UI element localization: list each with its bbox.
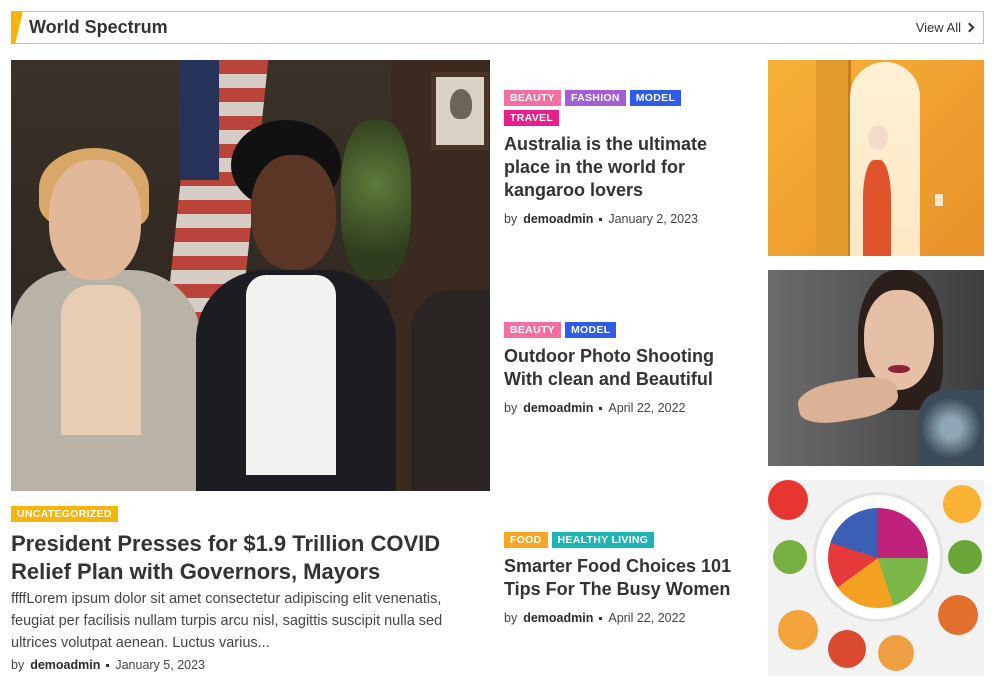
post-meta: by demoadmin January 2, 2023 bbox=[504, 212, 698, 226]
author-link[interactable]: demoadmin bbox=[523, 212, 593, 226]
model-head bbox=[868, 125, 888, 150]
person-body bbox=[411, 290, 490, 491]
view-all-label: View All bbox=[915, 20, 961, 35]
person-shirt bbox=[61, 285, 141, 435]
featured-excerpt: ffffLorem ipsum dolor sit amet consectet… bbox=[11, 591, 443, 651]
portrait-frame bbox=[431, 72, 489, 150]
fruit bbox=[948, 540, 982, 574]
plant bbox=[341, 120, 411, 280]
fruit bbox=[768, 480, 808, 520]
post-date: April 22, 2022 bbox=[608, 611, 686, 625]
person-shirt bbox=[246, 275, 336, 475]
by-label: by bbox=[504, 212, 518, 226]
thumbnail-image-portrait[interactable] bbox=[768, 270, 984, 466]
fruit bbox=[878, 635, 914, 671]
post-date: April 22, 2022 bbox=[608, 401, 686, 415]
section-title: World Spectrum bbox=[29, 17, 168, 37]
separator-dot bbox=[599, 217, 603, 221]
tag-model[interactable]: MODEL bbox=[629, 90, 682, 106]
thumbnail-image-door[interactable] bbox=[768, 60, 984, 256]
post-date: January 5, 2023 bbox=[115, 658, 206, 672]
fur-collar bbox=[918, 390, 984, 466]
person-head bbox=[49, 160, 141, 280]
fruit bbox=[943, 485, 981, 523]
by-label: by bbox=[504, 611, 518, 625]
fruit bbox=[773, 540, 807, 574]
by-label: by bbox=[504, 401, 518, 415]
tag-healthy-living[interactable]: HEALTHY LIVING bbox=[551, 532, 655, 548]
post-meta: by demoadmin April 22, 2022 bbox=[504, 401, 686, 415]
person-head bbox=[251, 155, 336, 270]
flag-canton bbox=[179, 60, 219, 180]
post-tags: BEAUTY FASHION MODEL TRAVEL bbox=[504, 90, 704, 126]
featured-title[interactable]: President Presses for $1.9 Trillion COVI… bbox=[11, 530, 481, 586]
separator-dot bbox=[599, 406, 603, 410]
chevron-right-icon bbox=[964, 22, 975, 33]
post-title[interactable]: Smarter Food Choices 101 Tips For The Bu… bbox=[504, 555, 754, 601]
acai-bowl-contents bbox=[828, 508, 928, 608]
post-meta: by demoadmin April 22, 2022 bbox=[504, 611, 686, 625]
by-label: by bbox=[11, 658, 25, 672]
view-all-link[interactable]: View All bbox=[915, 20, 975, 35]
header-accent-flag bbox=[11, 11, 23, 44]
tag-uncategorized[interactable]: UNCATEGORIZED bbox=[11, 506, 118, 522]
author-link[interactable]: demoadmin bbox=[30, 658, 100, 672]
post-tags: FOOD HEALTHY LIVING bbox=[504, 532, 724, 548]
tag-beauty[interactable]: BEAUTY bbox=[504, 322, 561, 338]
featured-tags: UNCATEGORIZED bbox=[11, 506, 118, 522]
post-title[interactable]: Outdoor Photo Shooting With clean and Be… bbox=[504, 345, 754, 391]
author-link[interactable]: demoadmin bbox=[523, 401, 593, 415]
tag-model[interactable]: MODEL bbox=[564, 322, 617, 338]
author-link[interactable]: demoadmin bbox=[523, 611, 593, 625]
lips bbox=[888, 365, 910, 373]
post-tags: BEAUTY MODEL bbox=[504, 322, 704, 338]
door bbox=[816, 60, 851, 256]
post-title[interactable]: Australia is the ultimate place in the w… bbox=[504, 133, 754, 202]
featured-image[interactable] bbox=[11, 60, 490, 491]
thumbnail-image-food[interactable] bbox=[768, 480, 984, 676]
tag-fashion[interactable]: FASHION bbox=[564, 90, 626, 106]
separator-dot bbox=[599, 616, 603, 620]
light-switch bbox=[934, 193, 944, 207]
separator-dot bbox=[106, 663, 110, 667]
dress bbox=[863, 160, 891, 256]
tag-food[interactable]: FOOD bbox=[504, 532, 548, 548]
post-date: January 2, 2023 bbox=[608, 212, 699, 226]
fruit bbox=[828, 630, 866, 668]
tag-travel[interactable]: TRAVEL bbox=[504, 110, 560, 126]
hand bbox=[795, 371, 901, 429]
tag-beauty[interactable]: BEAUTY bbox=[504, 90, 561, 106]
face bbox=[864, 290, 934, 390]
fruit bbox=[938, 595, 978, 635]
fruit bbox=[778, 610, 818, 650]
section-header: World Spectrum View All bbox=[11, 11, 984, 44]
featured-meta: by demoadmin January 5, 2023 bbox=[11, 658, 205, 672]
